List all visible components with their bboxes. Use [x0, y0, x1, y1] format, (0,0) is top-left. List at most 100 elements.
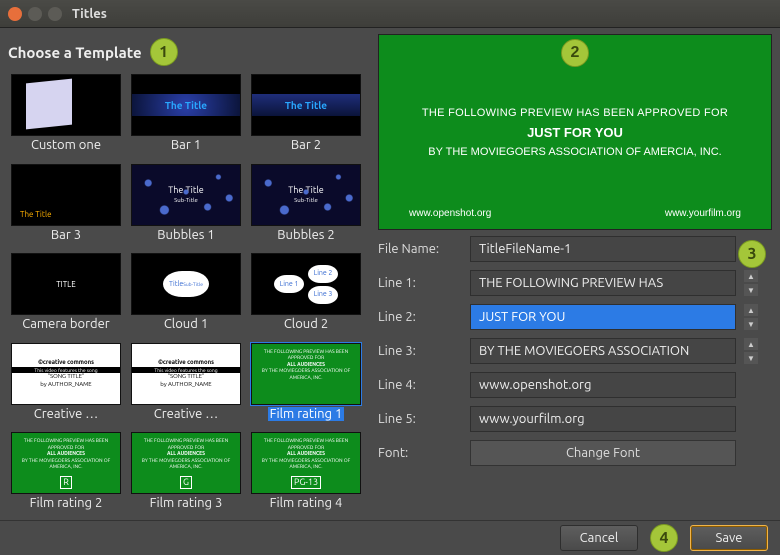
template-name: Bar 1 [171, 138, 201, 152]
template-thumb: The Title [11, 164, 121, 226]
stepper-up-icon[interactable]: ▲ [744, 304, 758, 316]
template-panel: Choose a Template 1 Custom one The Title… [8, 34, 370, 520]
thumb-text: "SONG TITLE"by AUTHOR_NAME [40, 373, 91, 389]
line2-input[interactable] [470, 304, 736, 330]
template-thumb: ©creative commons This video features th… [11, 343, 121, 405]
preview-line3: BY THE MOVIEGOERS ASSOCIATION OF AMERCIA… [428, 146, 721, 158]
annotation-badge-3: 3 [738, 240, 766, 268]
thumb-text: The Title [12, 210, 52, 219]
stepper-down-icon[interactable]: ▼ [744, 318, 758, 330]
thumb-text: The TitleSub-Title [168, 186, 203, 204]
rating-box: G [180, 476, 192, 490]
stepper-up-icon[interactable]: ▲ [744, 270, 758, 282]
cancel-button[interactable]: Cancel [560, 525, 638, 551]
thumb-text: ©creative commons [38, 359, 94, 367]
template-thumb: The Title [251, 74, 361, 136]
template-name: Film rating 1 [268, 407, 345, 421]
maximize-icon[interactable] [48, 7, 62, 21]
template-item[interactable]: THE FOLLOWING PREVIEW HAS BEEN APPROVED … [8, 432, 124, 520]
thumb-text: ©creative commons [158, 359, 214, 367]
template-item[interactable]: The TitleSub-Title Bubbles 1 [128, 164, 244, 252]
form-wrap: 3 File Name: Line 1: ▲▼ Line 2: ▲▼ Line … [378, 236, 772, 520]
thumb-text: The Title [252, 94, 360, 116]
close-icon[interactable] [8, 7, 22, 21]
annotation-badge-1: 1 [150, 38, 178, 66]
template-name: Film rating 2 [30, 496, 103, 510]
thumb-text: TITLE [56, 280, 76, 289]
window-title: Titles [72, 7, 107, 21]
filename-input[interactable] [470, 236, 736, 262]
minimize-icon[interactable] [28, 7, 42, 21]
preview-line1: THE FOLLOWING PREVIEW HAS BEEN APPROVED … [422, 107, 728, 119]
template-item[interactable]: ©creative commons This video features th… [8, 343, 124, 431]
template-grid[interactable]: Custom one The Title Bar 1 The Title Bar… [8, 74, 370, 520]
stepper-down-icon[interactable]: ▼ [744, 352, 758, 364]
template-name: Bar 2 [291, 138, 321, 152]
thumb-text: THE FOLLOWING PREVIEW HAS BEEN APPROVED … [254, 348, 358, 361]
template-name: Camera border [22, 317, 109, 331]
line2-stepper[interactable]: ▲▼ [744, 304, 764, 330]
thumb-text: BY THE MOVIEGOERS ASSOCIATION OF AMERICA… [134, 457, 238, 470]
rating-box: PG-13 [291, 476, 321, 490]
preview-footer: www.openshot.org www.yourfilm.org [379, 208, 771, 219]
template-thumb: TITLE [11, 253, 121, 315]
thumb-text: Line 3 [308, 286, 338, 304]
line4-input[interactable] [470, 372, 736, 398]
template-item[interactable]: The Title Bar 2 [248, 74, 364, 162]
template-item[interactable]: The TitleSub-Title Bubbles 2 [248, 164, 364, 252]
line1-input[interactable] [470, 270, 736, 296]
annotation-badge-2: 2 [561, 39, 589, 67]
line5-label: Line 5: [378, 412, 462, 426]
thumb-text: "SONG TITLE"by AUTHOR_NAME [160, 373, 211, 389]
template-item[interactable]: The Title Bar 3 [8, 164, 124, 252]
template-name: Film rating 3 [150, 496, 223, 510]
line4-label: Line 4: [378, 378, 462, 392]
template-thumb [11, 74, 121, 136]
line1-stepper[interactable]: ▲▼ [744, 270, 764, 296]
template-item[interactable]: TITLE Camera border [8, 253, 124, 341]
thumb-text: THE FOLLOWING PREVIEW HAS BEEN APPROVED … [254, 437, 358, 450]
title-preview: 2 THE FOLLOWING PREVIEW HAS BEEN APPROVE… [378, 34, 772, 230]
template-item[interactable]: Custom one [8, 74, 124, 162]
thumb-text: BY THE MOVIEGOERS ASSOCIATION OF AMERICA… [14, 457, 118, 470]
template-thumb: ©creative commons This video features th… [131, 343, 241, 405]
template-thumb: Line 1 Line 2 Line 3 [251, 253, 361, 315]
template-thumb: THE FOLLOWING PREVIEW HAS BEEN APPROVED … [131, 432, 241, 494]
preview-url-left: www.openshot.org [409, 208, 491, 219]
template-name: Creative … [154, 407, 218, 421]
dialog-buttons: Cancel 4 Save [0, 520, 780, 555]
template-item[interactable]: The Title Bar 1 [128, 74, 244, 162]
line3-input[interactable] [470, 338, 736, 364]
preview-line2: JUST FOR YOU [527, 125, 623, 140]
template-name: Bubbles 1 [157, 228, 214, 242]
template-thumb: THE FOLLOWING PREVIEW HAS BEEN APPROVED … [11, 432, 121, 494]
template-thumb: The TitleSub-Title [131, 164, 241, 226]
form-scroll[interactable]: File Name: Line 1: ▲▼ Line 2: ▲▼ Line 3:… [378, 236, 772, 520]
template-item-selected[interactable]: THE FOLLOWING PREVIEW HAS BEEN APPROVED … [248, 343, 364, 431]
thumb-text: The Title [132, 94, 240, 116]
stepper-up-icon[interactable]: ▲ [744, 338, 758, 350]
window-controls [8, 7, 62, 21]
thumb-text: Line 2 [308, 265, 338, 283]
title-form: File Name: Line 1: ▲▼ Line 2: ▲▼ Line 3:… [378, 236, 764, 466]
thumb-text: The TitleSub-Title [288, 186, 323, 204]
line5-input[interactable] [470, 406, 736, 432]
template-item[interactable]: ©creative commons This video features th… [128, 343, 244, 431]
template-item[interactable]: Line 1 Line 2 Line 3 Cloud 2 [248, 253, 364, 341]
choose-template-heading: Choose a Template 1 [8, 34, 370, 74]
template-item[interactable]: TitleSub-Title Cloud 1 [128, 253, 244, 341]
line3-stepper[interactable]: ▲▼ [744, 338, 764, 364]
save-button[interactable]: Save [690, 525, 768, 551]
stepper-down-icon[interactable]: ▼ [744, 284, 758, 296]
template-name: Film rating 4 [270, 496, 343, 510]
template-name: Bubbles 2 [277, 228, 334, 242]
change-font-button[interactable]: Change Font [470, 440, 736, 466]
thumb-text: THE FOLLOWING PREVIEW HAS BEEN APPROVED … [14, 437, 118, 450]
line1-label: Line 1: [378, 276, 462, 290]
template-name: Custom one [31, 138, 101, 152]
titlebar: Titles [0, 0, 780, 28]
template-item[interactable]: THE FOLLOWING PREVIEW HAS BEEN APPROVED … [128, 432, 244, 520]
preview-url-right: www.yourfilm.org [665, 208, 741, 219]
template-thumb: TitleSub-Title [131, 253, 241, 315]
template-item[interactable]: THE FOLLOWING PREVIEW HAS BEEN APPROVED … [248, 432, 364, 520]
